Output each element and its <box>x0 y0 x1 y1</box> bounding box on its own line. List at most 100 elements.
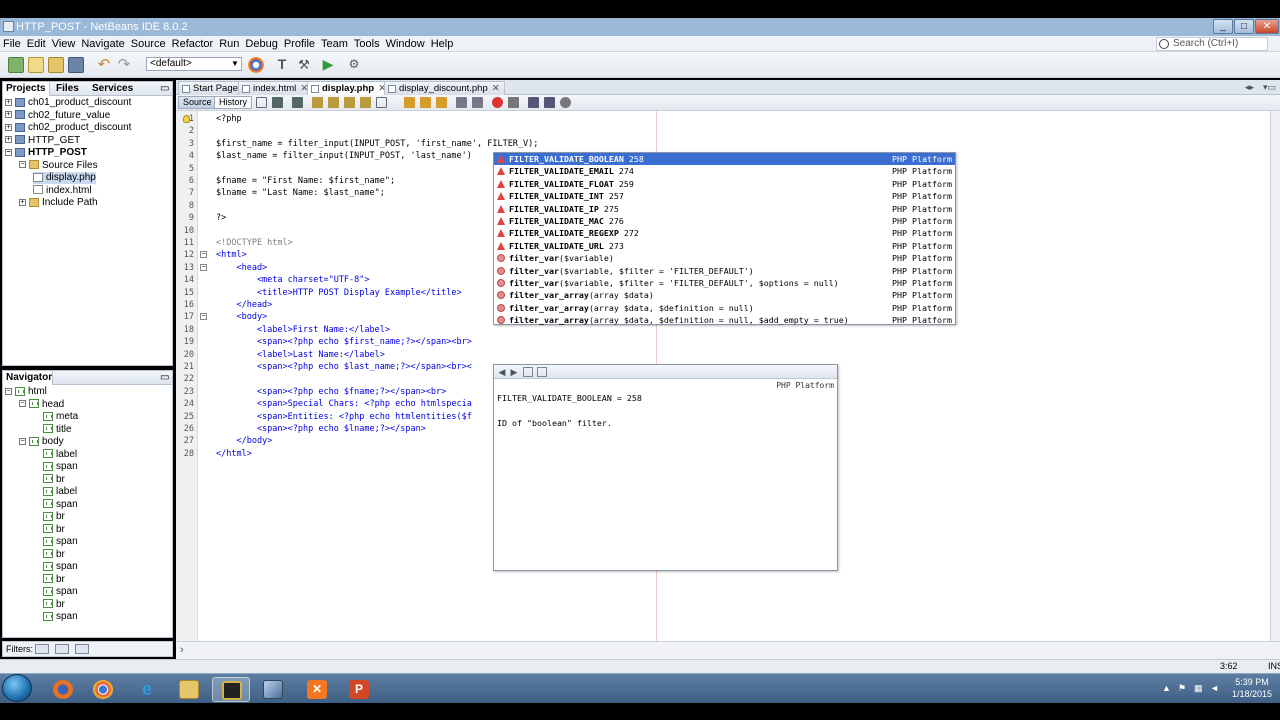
nav-node[interactable]: − body <box>19 436 64 448</box>
taskbar-powerpoint[interactable]: P <box>340 677 378 702</box>
completion-item[interactable]: filter_var($variable, $filter = 'FILTER_… <box>494 277 955 289</box>
maximize-button[interactable]: □ <box>1234 19 1254 34</box>
close-button[interactable]: ✕ <box>1255 19 1279 34</box>
nav-node[interactable]: span <box>43 536 78 548</box>
nav-node[interactable]: label <box>43 449 77 461</box>
nav-node[interactable]: span <box>43 461 78 473</box>
tab-projects[interactable]: Projects ■ <box>3 82 50 107</box>
debug-project-icon[interactable]: ⚙ <box>346 57 362 73</box>
completion-item[interactable]: FILTER_VALIDATE_URL 273 PHP Platform <box>494 240 955 252</box>
nav-node[interactable]: span <box>43 499 78 511</box>
menu-run[interactable]: Run <box>216 36 242 52</box>
find-next-icon[interactable] <box>344 97 355 108</box>
clean-build-icon[interactable]: ⚒ <box>296 57 312 73</box>
chevron-right-icon[interactable]: › <box>180 644 184 656</box>
tree-item-ch02-product[interactable]: + ch02_product_discount <box>5 122 131 134</box>
shift-left-icon[interactable] <box>456 97 467 108</box>
completion-item[interactable]: FILTER_VALIDATE_INT 257 PHP Platform <box>494 190 955 202</box>
configuration-select[interactable]: <default> ▼ <box>146 57 242 71</box>
menu-help[interactable]: Help <box>428 36 457 52</box>
previous-bookmark-icon[interactable] <box>404 97 415 108</box>
taskbar-cmd[interactable] <box>212 677 250 702</box>
tab-display-php[interactable]: display.php ✕ <box>307 81 392 95</box>
nav-node[interactable]: span <box>43 561 78 573</box>
completion-item[interactable]: filter_var_array(array $data, $definitio… <box>494 314 955 326</box>
taskbar-netbeans[interactable] <box>254 677 292 702</box>
build-hammer-icon[interactable]: T <box>274 57 290 73</box>
nav-node[interactable]: br <box>43 599 65 611</box>
menu-source[interactable]: Source <box>128 36 169 52</box>
new-file-icon[interactable] <box>28 57 44 73</box>
fold-toggle-icon[interactable]: − <box>200 263 207 271</box>
doc-goto-source-icon[interactable] <box>537 367 547 377</box>
nav-node[interactable]: br <box>43 574 65 586</box>
tab-index-html[interactable]: index.html ✕ <box>238 81 314 95</box>
uncomment-icon[interactable] <box>544 97 555 108</box>
minimize-panel-icon[interactable]: ▭ <box>160 371 170 385</box>
menu-team[interactable]: Team <box>318 36 351 52</box>
nav-node[interactable]: label <box>43 486 77 498</box>
menu-refactor[interactable]: Refactor <box>169 36 217 52</box>
forward-icon[interactable] <box>292 97 303 108</box>
nav-node[interactable]: br <box>43 549 65 561</box>
taskbar-explorer[interactable] <box>170 677 208 702</box>
taskbar-xampp[interactable]: ✕ <box>298 677 336 702</box>
last-edit-icon[interactable] <box>256 97 267 108</box>
browser-icon[interactable] <box>248 57 264 73</box>
taskbar-firefox[interactable] <box>44 677 82 702</box>
shift-right-icon[interactable] <box>472 97 483 108</box>
toggle-rect-select-icon[interactable] <box>376 97 387 108</box>
save-all-icon[interactable] <box>68 57 84 73</box>
completion-item[interactable]: filter_var($variable) PHP Platform <box>494 252 955 264</box>
find-previous-icon[interactable] <box>328 97 339 108</box>
quick-search-input[interactable]: Search (Ctrl+I) <box>1156 37 1268 51</box>
completion-item[interactable]: filter_var_array(array $data) PHP Platfor… <box>494 289 955 301</box>
start-button[interactable] <box>2 674 32 702</box>
undo-icon[interactable]: ↶ <box>96 57 112 73</box>
doc-back-icon[interactable]: ◀ <box>497 367 507 377</box>
completion-item[interactable]: filter_var($variable, $filter = 'FILTER_… <box>494 265 955 277</box>
tree-item-http-post[interactable]: − HTTP_POST <box>5 147 87 159</box>
nav-node[interactable]: br <box>43 511 65 523</box>
completion-item[interactable]: filter_var_array(array $data, $definitio… <box>494 302 955 314</box>
start-macro-icon[interactable] <box>492 97 503 108</box>
minimize-panel-icon[interactable]: ▭ <box>160 82 170 96</box>
completion-item[interactable]: FILTER_VALIDATE_IP 275 PHP Platform <box>494 203 955 215</box>
completion-item[interactable]: FILTER_VALIDATE_EMAIL 274 PHP Platform <box>494 165 955 177</box>
comment-icon[interactable] <box>528 97 539 108</box>
filter-toggle-icon[interactable] <box>75 644 89 654</box>
tab-navigator[interactable]: Navigator ■ <box>3 371 53 396</box>
tree-item-http-get[interactable]: + HTTP_GET <box>5 135 80 147</box>
flag-icon[interactable]: ⚑ <box>1178 683 1186 694</box>
taskbar-ie[interactable]: e <box>128 677 166 702</box>
redo-icon[interactable]: ↷ <box>116 57 132 73</box>
tab-services[interactable]: Services <box>89 82 133 96</box>
hint-bulb-icon[interactable] <box>183 115 190 123</box>
tree-item-source-files[interactable]: − Source Files <box>19 160 98 172</box>
completion-item[interactable]: FILTER_VALIDATE_BOOLEAN 258 PHP Platform <box>494 153 955 166</box>
fold-toggle-icon[interactable]: − <box>200 251 207 259</box>
doc-open-in-browser-icon[interactable] <box>523 367 533 377</box>
toggle-highlight-icon[interactable] <box>360 97 371 108</box>
toggle-bookmark-icon[interactable] <box>436 97 447 108</box>
tree-item-index-html[interactable]: index.html <box>33 185 92 197</box>
menu-tools[interactable]: Tools <box>351 36 383 52</box>
tray-expand-icon[interactable]: ▲ <box>1162 683 1171 693</box>
completion-item[interactable]: FILTER_VALIDATE_MAC 276 PHP Platform <box>494 215 955 227</box>
scroll-tabs-icon[interactable]: ◂▸ <box>1245 82 1254 93</box>
run-project-icon[interactable]: ▶ <box>320 57 336 73</box>
tab-list-icon[interactable]: ▾▭ <box>1263 82 1276 93</box>
source-view-button[interactable]: Source <box>178 96 217 109</box>
tree-item-ch01[interactable]: + ch01_product_discount <box>5 97 131 109</box>
volume-icon[interactable]: ◄ <box>1210 683 1219 693</box>
tree-item-display-php[interactable]: display.php <box>33 172 96 184</box>
nav-node[interactable]: span <box>43 611 78 623</box>
menu-window[interactable]: Window <box>383 36 428 52</box>
tab-files[interactable]: Files <box>53 82 87 96</box>
nav-node[interactable]: br <box>43 524 65 536</box>
doc-forward-icon[interactable]: ▶ <box>509 367 519 377</box>
filter-toggle-icon[interactable] <box>55 644 69 654</box>
next-bookmark-icon[interactable] <box>420 97 431 108</box>
nav-node[interactable]: − head <box>19 399 64 411</box>
menu-navigate[interactable]: Navigate <box>78 36 127 52</box>
